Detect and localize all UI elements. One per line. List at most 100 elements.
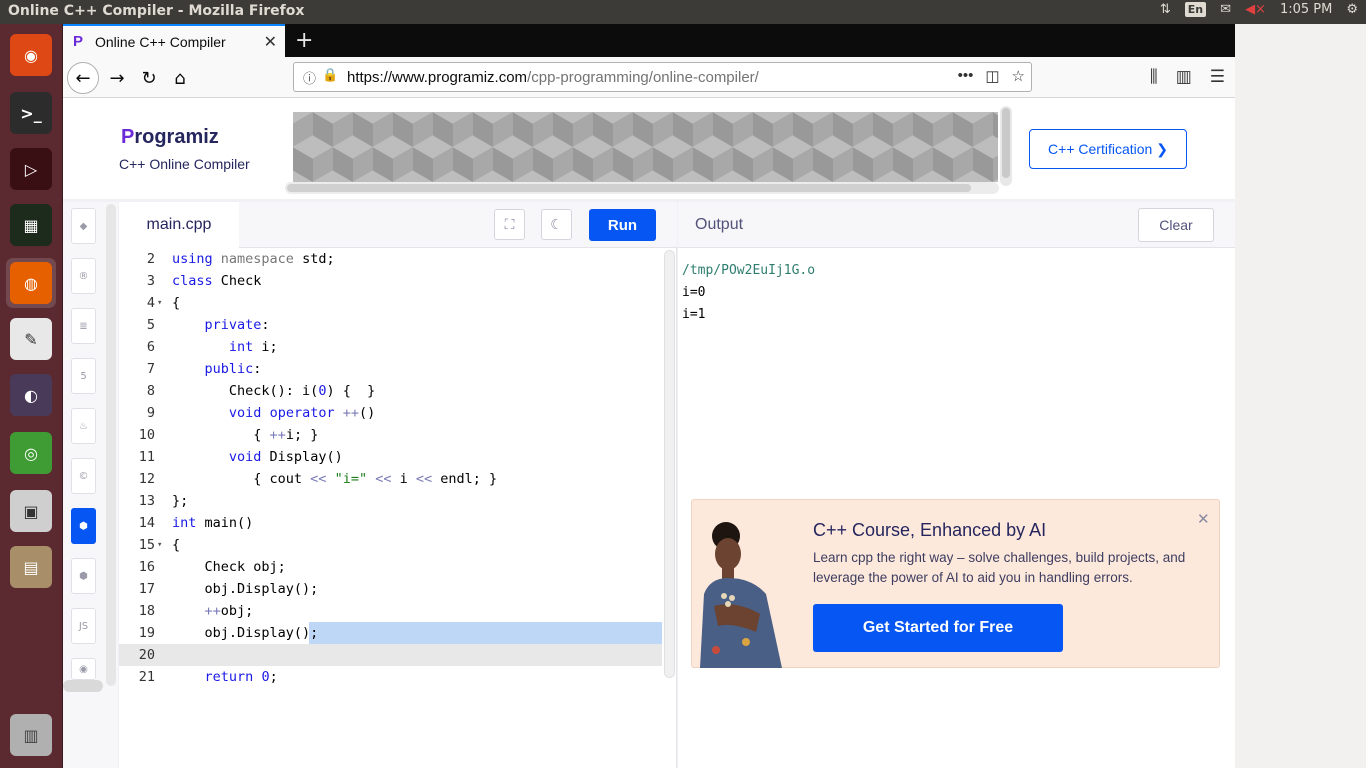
pidgin-glyph: ◐ [10,374,52,416]
code-line[interactable]: 14 int main() [119,512,662,534]
volume-muted-icon[interactable]: ◀× [1245,2,1266,17]
r-lang-icon[interactable]: ® [71,258,96,294]
code-line[interactable]: 7 public: [119,358,662,380]
site-header: Programiz C++ Online Compiler C++ Certif… [63,98,1235,199]
sidebar-horizontal-scrollbar[interactable] [63,680,103,692]
output-line: i=1 [682,307,706,322]
code-line[interactable]: 10 { ++i; } [119,424,662,446]
home-button[interactable]: ⌂ [164,62,196,94]
tab-online-compiler[interactable]: P Online C++ Compiler ✕ [63,24,285,57]
system-monitor-icon[interactable]: ▦ [6,200,56,250]
ad-banner[interactable] [293,112,998,182]
system-tray: ⇅ En ✉ ◀× 1:05 PM ⚙ [1160,2,1358,17]
info-icon[interactable]: ⓘ [303,68,316,87]
code-line[interactable]: 13}; [119,490,662,512]
code-area[interactable]: 2 using namespace std; 3 class Check 4 ▾{5 pr… [119,248,662,768]
firefox-window: P Online C++ Compiler ✕ + ← → ↻ ⌂ ⓘ 🔒 ht… [63,24,1235,768]
c-lang-icon[interactable]: © [71,458,96,494]
line-number: 20 [138,647,155,663]
new-tab-button[interactable]: + [295,28,313,53]
cpp-certification-button[interactable]: C++ Certification ❯ [1029,129,1187,169]
forward-button[interactable]: → [101,62,133,94]
code-text: public: [204,361,262,377]
text-editor-icon[interactable]: ✎ [6,314,56,364]
js-lang-icon[interactable]: JS [71,608,96,644]
clock[interactable]: 1:05 PM [1280,2,1332,17]
run-button[interactable]: Run [589,209,656,241]
logic-gate-icon[interactable]: ▷ [6,144,56,194]
editor-scrollbar[interactable] [664,250,675,678]
code-text: obj.Display(); [172,625,319,641]
insecure-lock-icon[interactable]: 🔒 [322,67,338,83]
cpp-lang-icon[interactable]: ⬢ [71,508,96,544]
line-number: 12 [138,471,155,487]
output-line: /tmp/POw2EuIj1G.o [682,263,816,278]
html-lang-icon[interactable]: 5 [71,358,96,394]
code-line[interactable]: 9 void operator ++() [119,402,662,424]
chrome-icon[interactable]: ◎ [6,428,56,478]
url-text[interactable]: https://www.programiz.com/cpp-programmin… [347,69,759,86]
line-number: 10 [138,427,155,443]
clear-button[interactable]: Clear [1138,208,1214,242]
line-number: 17 [138,581,155,597]
code-line[interactable]: 16 Check obj; [119,556,662,578]
fold-toggle-icon[interactable]: ▾ [157,292,162,314]
url-bar[interactable]: ⓘ 🔒 https://www.programiz.com/cpp-progra… [293,62,1032,92]
bookmark-star-icon[interactable]: ☆ [1012,67,1025,85]
file-tab-main-cpp[interactable]: main.cpp [119,202,239,248]
sidebar-scrollbar[interactable] [106,204,116,686]
code-line[interactable]: 17 obj.Display(); [119,578,662,600]
python-lang-icon[interactable]: ◆ [71,208,96,244]
settings-gear-icon[interactable]: ⚙ [1346,2,1358,17]
mail-icon[interactable]: ✉ [1220,2,1231,17]
code-line[interactable]: 4 ▾ { [119,292,662,314]
code-line[interactable]: 8 Check(): i(0) { } [119,380,662,402]
code-text: }; [172,493,189,509]
close-promo-icon[interactable]: ✕ [1197,510,1210,528]
dark-mode-moon-icon[interactable]: ☾ [541,209,572,240]
code-line[interactable]: 21 return 0; [119,666,662,688]
firefox-icon[interactable]: ◍ [6,258,56,308]
back-button[interactable]: ← [67,62,99,94]
sql-lang-icon[interactable]: ≣ [71,308,96,344]
java-lang-icon[interactable]: ♨ [71,408,96,444]
code-line[interactable]: 6 int i; [119,336,662,358]
code-text: void operator ++() [228,405,376,421]
code-line[interactable]: 3 class Check [119,270,662,292]
pidgin-icon[interactable]: ◐ [6,370,56,420]
csharp-lang-icon[interactable]: ⬢ [71,558,96,594]
editor-toolbar: main.cpp ⛶ ☾ Run [119,202,677,248]
reload-button[interactable]: ↻ [133,62,165,94]
get-started-button[interactable]: Get Started for Free [813,604,1063,652]
fullscreen-icon[interactable]: ⛶ [494,209,525,240]
page-actions-icon[interactable]: ••• [958,67,974,85]
code-line[interactable]: 2 using namespace std; [119,248,662,270]
programiz-logo[interactable]: Programiz [121,126,219,149]
code-text: void Display() [228,449,343,465]
keyboard-layout-indicator[interactable]: En [1184,2,1207,17]
code-line[interactable]: 12 { cout << "i=" << i << endl; } [119,468,662,490]
terminal-icon[interactable]: >_ [6,88,56,138]
banner-horizontal-scrollbar[interactable] [285,182,999,194]
nav-bar: ← → ↻ ⌂ ⓘ 🔒 https://www.programiz.com/cp… [63,57,1235,98]
code-line[interactable]: 11 void Display() [119,446,662,468]
code-line[interactable]: 19 obj.Display(); [119,622,662,644]
fold-toggle-icon[interactable]: ▾ [157,534,162,556]
code-text: { [172,295,181,311]
sidebar-toggle-icon[interactable]: ▥ [1176,67,1192,87]
code-line[interactable]: 18 ++obj; [119,600,662,622]
close-tab-icon[interactable]: ✕ [264,32,277,52]
camera-icon[interactable]: ▣ [6,486,56,536]
ubuntu-dash-icon[interactable]: ◉ [6,30,56,80]
library-icon[interactable]: ⫼ [1150,67,1158,87]
go-lang-icon[interactable]: ◉ [71,658,96,680]
code-line[interactable]: 15 ▾ { [119,534,662,556]
files-icon[interactable]: ▤ [6,542,56,592]
banner-vertical-scrollbar[interactable] [1000,106,1012,186]
code-line[interactable]: 20 [119,644,662,666]
hamburger-menu-icon[interactable]: ☰ [1210,67,1225,87]
code-line[interactable]: 5 private: [119,314,662,336]
pocket-icon[interactable]: ◫ [985,67,999,85]
network-icon[interactable]: ⇅ [1160,2,1171,17]
trash-icon[interactable]: ▥ [6,710,56,760]
